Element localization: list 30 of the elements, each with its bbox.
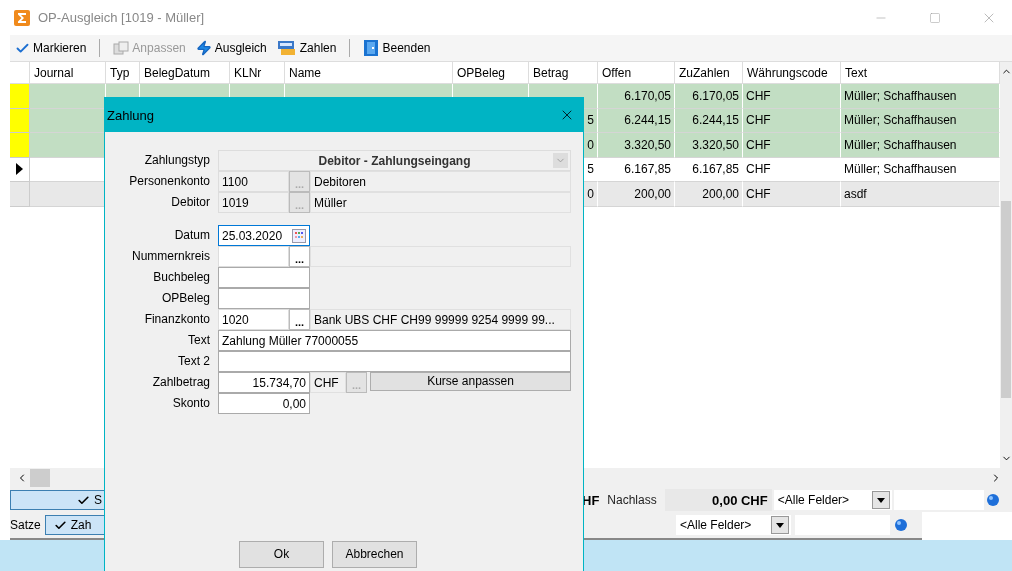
table-cell: 200,00 bbox=[675, 182, 743, 207]
field-label: Text bbox=[187, 332, 210, 349]
window-title: OP-Ausgleich [1019 - Müller] bbox=[38, 10, 206, 25]
table-cell: 3.320,50 bbox=[675, 133, 743, 158]
table-cell: CHF bbox=[743, 84, 841, 109]
table-cell: CHF bbox=[743, 133, 841, 158]
field-label: Personenkonto bbox=[128, 173, 210, 190]
field-label: Datum bbox=[173, 227, 210, 244]
field-label: Debitor bbox=[170, 194, 210, 211]
table-cell: 6.170,05 bbox=[675, 84, 743, 109]
table-cell: CHF bbox=[743, 182, 841, 207]
field-label: Zahlungstyp bbox=[143, 152, 210, 169]
currency-field: CHF bbox=[310, 372, 346, 393]
field-label: Skonto bbox=[171, 395, 210, 412]
table-cell: 200,00 bbox=[598, 182, 675, 207]
dialog-title: Zahlung bbox=[107, 107, 154, 123]
field-label: Finanzkonto bbox=[143, 311, 210, 328]
account-description: Debitoren bbox=[310, 171, 571, 192]
table-cell: 6.170,05 bbox=[598, 84, 675, 109]
account-description: Bank UBS CHF CH99 99999 9254 9999 99... bbox=[310, 309, 571, 330]
records-label: Satze bbox=[10, 518, 41, 532]
field-label: Text 2 bbox=[177, 353, 210, 370]
field-label: OPBeleg bbox=[160, 290, 210, 307]
field-label: Nummernkreis bbox=[131, 248, 210, 265]
discount-label: Nachlass bbox=[606, 493, 658, 507]
field-label: Buchbeleg bbox=[152, 269, 210, 286]
table-cell: 3.320,50 bbox=[598, 133, 675, 158]
field-label: Zahlbetrag bbox=[151, 374, 210, 391]
discount-value: 0,00 CHF bbox=[712, 492, 768, 508]
account-description: Müller bbox=[310, 192, 571, 213]
